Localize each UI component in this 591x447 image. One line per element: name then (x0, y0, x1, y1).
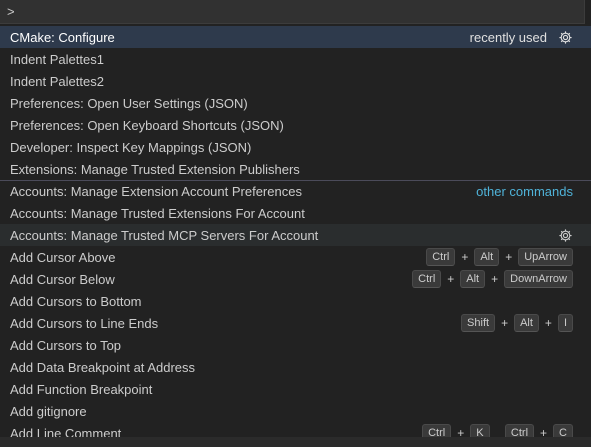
command-item-indent-palettes1[interactable]: Indent Palettes1 (0, 48, 591, 70)
command-item-add-function-breakpoint[interactable]: Add Function Breakpoint (0, 378, 591, 400)
gear-icon[interactable] (557, 227, 573, 243)
command-item-indent-palettes2[interactable]: Indent Palettes2 (0, 70, 591, 92)
command-label: Add Cursors to Line Ends (10, 315, 159, 331)
command-palette: CMake: Configure recently used Indent Pa… (0, 0, 591, 447)
command-label: Extensions: Manage Trusted Extension Pub… (10, 161, 300, 177)
other-commands-label: other commands (476, 184, 573, 199)
command-label: Preferences: Open User Settings (JSON) (10, 95, 248, 111)
command-label: Add Cursor Above (10, 249, 116, 265)
command-input-container (0, 0, 585, 24)
command-item-add-cursor-below[interactable]: Add Cursor Below Ctrl + Alt + DownArrow (0, 268, 591, 290)
command-label: Preferences: Open Keyboard Shortcuts (JS… (10, 117, 284, 133)
key-cap: Alt (514, 314, 539, 332)
key-cap: UpArrow (518, 248, 573, 266)
command-label: Accounts: Manage Extension Account Prefe… (10, 184, 302, 199)
command-item-manage-extension-account-preferences[interactable]: Accounts: Manage Extension Account Prefe… (0, 180, 591, 202)
command-item-manage-trusted-mcp-servers[interactable]: Accounts: Manage Trusted MCP Servers For… (0, 224, 591, 246)
command-label: Add gitignore (10, 403, 87, 419)
key-cap: Alt (460, 270, 486, 288)
command-label: Add Cursors to Top (10, 337, 122, 353)
command-label: Indent Palettes2 (10, 73, 104, 89)
command-label: CMake: Configure (10, 29, 115, 45)
recently-used-label: recently used (469, 29, 547, 45)
command-label: Accounts: Manage Trusted Extensions For … (10, 205, 305, 221)
horizontal-scrollbar[interactable] (0, 437, 591, 447)
command-item-add-cursor-above[interactable]: Add Cursor Above Ctrl + Alt + UpArrow (0, 246, 591, 268)
command-item-manage-trusted-publishers[interactable]: Extensions: Manage Trusted Extension Pub… (0, 158, 591, 180)
gear-icon[interactable] (557, 29, 573, 45)
command-list: CMake: Configure recently used Indent Pa… (0, 26, 591, 444)
command-label: Add Function Breakpoint (10, 381, 153, 397)
command-label: Add Data Breakpoint at Address (10, 359, 196, 375)
keybinding: Ctrl + Alt + UpArrow (426, 248, 573, 266)
command-item-add-cursors-to-bottom[interactable]: Add Cursors to Bottom (0, 290, 591, 312)
command-label: Indent Palettes1 (10, 51, 104, 67)
keybinding: Ctrl + Alt + DownArrow (412, 270, 573, 288)
command-item-add-cursors-to-top[interactable]: Add Cursors to Top (0, 334, 591, 356)
command-item-add-cursors-to-line-ends[interactable]: Add Cursors to Line Ends Shift + Alt + I (0, 312, 591, 334)
keybinding: Shift + Alt + I (461, 314, 573, 332)
key-cap: Alt (474, 248, 500, 266)
key-cap: Ctrl (426, 248, 456, 266)
command-label: Add Cursors to Bottom (10, 293, 142, 309)
command-item-add-data-breakpoint[interactable]: Add Data Breakpoint at Address (0, 356, 591, 378)
key-cap: Shift (461, 314, 496, 332)
command-label: Add Cursor Below (10, 271, 115, 287)
command-item-open-user-settings-json[interactable]: Preferences: Open User Settings (JSON) (0, 92, 591, 114)
command-item-open-keyboard-shortcuts-json[interactable]: Preferences: Open Keyboard Shortcuts (JS… (0, 114, 591, 136)
key-cap: I (557, 314, 573, 332)
command-label: Developer: Inspect Key Mappings (JSON) (10, 139, 252, 155)
key-cap: DownArrow (504, 270, 573, 288)
command-input[interactable] (7, 4, 584, 19)
key-cap: Ctrl (412, 270, 442, 288)
command-label: Accounts: Manage Trusted MCP Servers For… (10, 227, 319, 243)
command-item-inspect-key-mappings[interactable]: Developer: Inspect Key Mappings (JSON) (0, 136, 591, 158)
command-item-add-gitignore[interactable]: Add gitignore (0, 400, 591, 422)
command-item-cmake-configure[interactable]: CMake: Configure recently used (0, 26, 591, 48)
command-item-manage-trusted-extensions[interactable]: Accounts: Manage Trusted Extensions For … (0, 202, 591, 224)
